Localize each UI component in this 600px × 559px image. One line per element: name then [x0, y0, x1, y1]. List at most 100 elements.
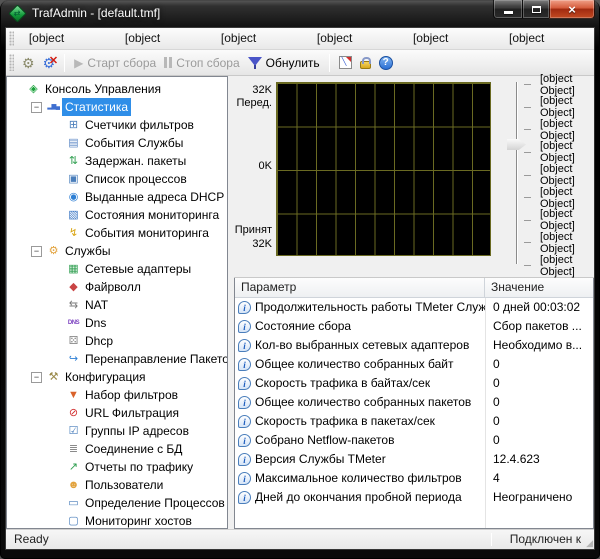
table-row[interactable]: i Собрано Netflow-пакетов 0	[235, 431, 593, 450]
reset-counters-button[interactable]: Обнулить	[244, 54, 324, 72]
tree-item-host-monitoring[interactable]: − ▢ Мониторинг хостов	[7, 512, 227, 529]
tree-item-monitoring-events[interactable]: − ↯ События мониторинга	[7, 224, 227, 242]
scale-row: [object Object]	[524, 124, 590, 135]
tree-item-nat[interactable]: − ⇆ NAT	[7, 296, 227, 314]
menu-item[interactable]: [object Object]	[18, 28, 114, 49]
scale-row: [object Object]	[524, 102, 590, 113]
parameter-value: 0	[485, 355, 593, 374]
table-row[interactable]: i Дней до окончания пробной периода Неог…	[235, 488, 593, 507]
tree-item-users[interactable]: − ☻ Пользователи	[7, 476, 227, 494]
table-row[interactable]: i Общее количество собранных байт 0	[235, 355, 593, 374]
shield-icon: ◆	[65, 278, 82, 296]
info-icon: i	[238, 472, 251, 485]
edit-report-icon	[339, 56, 352, 69]
tree-item-process-detection[interactable]: − ▭ Определение Процессов	[7, 494, 227, 512]
tick-mark-icon	[524, 175, 531, 176]
tree-item-configuration[interactable]: − ⚒ Конфигурация	[7, 368, 227, 386]
tree-item-filter-counters[interactable]: − ⊞ Счетчики фильтров	[7, 116, 227, 134]
tree-item-dns[interactable]: − DNS Dns	[7, 314, 227, 332]
tree-item-network-adapters[interactable]: − ▦ Сетевые адаптеры	[7, 260, 227, 278]
tree-item-db-connection[interactable]: − ≣ Соединение с БД	[7, 440, 227, 458]
menu-item[interactable]: [object Object]	[114, 28, 210, 49]
tree-item-traffic-reports[interactable]: − ↗ Отчеты по трафику	[7, 458, 227, 476]
tree-item-dhcp-leases[interactable]: − ◉ Выданные адреса DHCP	[7, 188, 227, 206]
client-area: [object Object][object Object][object Ob…	[6, 28, 594, 549]
report-arrow-icon: ↗	[65, 458, 82, 476]
toolbar-separator	[329, 54, 330, 72]
parameter-name: Состояние сбора	[255, 317, 351, 336]
tick-mark-icon	[524, 107, 531, 108]
tree-item-monitoring-states[interactable]: − ▧ Состояния мониторинга	[7, 206, 227, 224]
table-row[interactable]: i Скорость трафика в байтах/сек 0	[235, 374, 593, 393]
table-row[interactable]: i Состояние сбора Сбор пакетов ...	[235, 317, 593, 336]
parameter-value: 0	[485, 431, 593, 450]
info-icon: i	[238, 358, 251, 371]
settings-button[interactable]: ⚙	[18, 54, 39, 72]
console-icon: ◈	[25, 80, 42, 98]
help-button[interactable]: ?	[375, 54, 397, 72]
users-icon: ☻	[65, 476, 82, 494]
traffic-graph-panel: 32K Перед. 0K Принят 32K [object Object]	[234, 76, 594, 278]
tree-item-process-list[interactable]: − ▣ Список процессов	[7, 170, 227, 188]
expander-icon[interactable]: −	[31, 372, 42, 383]
dice-icon: ⚄	[65, 332, 82, 350]
resize-grip-icon[interactable]: ◢	[586, 539, 593, 548]
parameters-table: Параметр Значение i Продолжительность ра…	[234, 278, 594, 529]
info-icon: i	[238, 491, 251, 504]
table-row[interactable]: i Версия Службы TMeter 12.4.623	[235, 450, 593, 469]
disconnect-service-button[interactable]: ⚙✕	[39, 54, 60, 72]
minimize-icon	[504, 11, 513, 14]
title-bar[interactable]: ⇄ TrafAdmin - [default.tmf] ×	[0, 0, 600, 28]
tree-item-packet-redirect[interactable]: − ↪ Перенаправление Пакетов	[7, 350, 227, 368]
table-row[interactable]: i Общее количество собранных пакетов 0	[235, 393, 593, 412]
tree-item-firewall[interactable]: − ◆ Файрволл	[7, 278, 227, 296]
parameter-value: 0 дней 00:03:02	[485, 298, 593, 317]
tick-mark-icon	[524, 265, 531, 266]
column-header-value[interactable]: Значение	[485, 278, 593, 297]
table-row[interactable]: i Максимальное количество фильтров 4	[235, 469, 593, 488]
expander-icon[interactable]: −	[31, 102, 42, 113]
menu-item[interactable]: [object Object]	[210, 28, 306, 49]
tick-mark-icon	[524, 152, 531, 153]
menu-item[interactable]: [object Object]	[402, 28, 498, 49]
tree-item-delayed-packets[interactable]: − ⇅ Задержан. пакеты	[7, 152, 227, 170]
service-gear-disconnect-icon: ⚙✕	[43, 56, 56, 70]
edit-report-button[interactable]	[335, 54, 356, 71]
table-row[interactable]: i Скорость трафика в пакетах/сек 0	[235, 412, 593, 431]
parameter-value: 0	[485, 393, 593, 412]
tree-item-filter-set[interactable]: − ▼ Набор фильтров	[7, 386, 227, 404]
menu-item[interactable]: [object Object]	[306, 28, 402, 49]
scale-row: [object Object]	[524, 260, 590, 271]
toolbar-separator	[64, 54, 65, 72]
maximize-button[interactable]	[522, 0, 550, 19]
tree-item-url-filtering[interactable]: − ⊘ URL Фильтрация	[7, 404, 227, 422]
lock-button[interactable]	[356, 54, 375, 71]
scale-row: [object Object]	[524, 147, 590, 158]
stop-capture-button[interactable]: Стоп сбора	[160, 54, 243, 72]
info-icon: i	[238, 339, 251, 352]
column-header-parameter[interactable]: Параметр	[235, 278, 485, 297]
tree-item-console-root[interactable]: − ◈ Консоль Управления	[7, 80, 227, 98]
minimize-button[interactable]	[493, 0, 523, 19]
no-entry-icon: ⊘	[65, 404, 82, 422]
parameter-value: 12.4.623	[485, 450, 593, 469]
tree-item-services[interactable]: − ⚙ Службы	[7, 242, 227, 260]
tree-item-statistics[interactable]: − ▂▆▄ Статистика	[7, 98, 227, 116]
table-row[interactable]: i Кол-во выбранных сетевых адаптеров Нео…	[235, 336, 593, 355]
gear-icon: ⚙	[45, 242, 62, 260]
table-row[interactable]: i Продолжительность работы TMeter Служ..…	[235, 298, 593, 317]
start-capture-button[interactable]: ▶ Старт сбора	[70, 54, 160, 72]
chart-panel-icon: ▧	[65, 206, 82, 224]
statistics-chart-icon: ▂▆▄	[45, 98, 62, 116]
tree-item-dhcp[interactable]: − ⚄ Dhcp	[7, 332, 227, 350]
packet-arrows-icon: ⇅	[65, 152, 82, 170]
settings-gear-icon: ⚙	[22, 56, 35, 70]
scale-slider-track[interactable]	[516, 82, 518, 264]
info-icon: i	[238, 396, 251, 409]
menu-item[interactable]: [object Object]	[498, 28, 594, 49]
network-card-icon: ▦	[65, 260, 82, 278]
close-button[interactable]: ×	[549, 0, 595, 19]
expander-icon[interactable]: −	[31, 246, 42, 257]
tree-item-ip-groups[interactable]: − ☑ Группы IP адресов	[7, 422, 227, 440]
tree-item-service-events[interactable]: − ▤ События Службы	[7, 134, 227, 152]
